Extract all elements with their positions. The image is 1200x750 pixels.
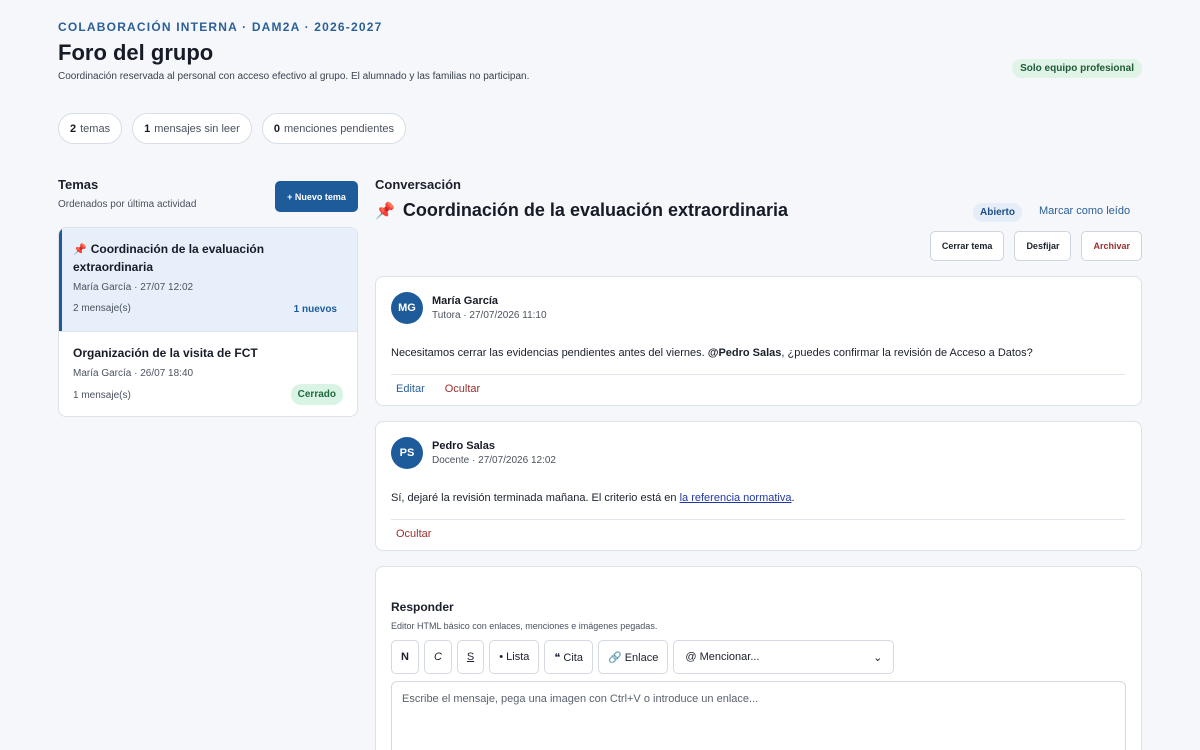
avatar: PS xyxy=(391,437,423,469)
archive-button[interactable]: Archivar xyxy=(1081,231,1142,261)
message-role-date: Tutora · 27/07/2026 11:10 xyxy=(432,310,547,321)
topic-message-count: 2 mensaje(s) xyxy=(73,303,131,314)
edit-message-button[interactable]: Editar xyxy=(396,383,425,395)
page-title: Foro del grupo xyxy=(58,40,214,65)
group-eyebrow: COLABORACIÓN INTERNA · DAM2A · 2026-2027 xyxy=(58,20,383,34)
normative-reference-link[interactable]: la referencia normativa xyxy=(680,492,792,504)
conversation-title: 📌 Coordinación de la evaluación extraord… xyxy=(375,200,789,220)
message-editor[interactable]: Escribe el mensaje, pega una imagen con … xyxy=(391,681,1126,750)
status-badge: Abierto xyxy=(973,203,1022,222)
conversation-heading: Conversación xyxy=(375,177,461,192)
chevron-down-icon: ⌄ xyxy=(873,651,883,664)
topic-item-evaluacion[interactable]: 📌 Coordinación de la evaluación extraordi… xyxy=(59,228,357,331)
link-button[interactable]: 🔗 Enlace xyxy=(597,640,669,674)
new-topic-button[interactable]: + Nuevo tema xyxy=(275,181,358,212)
bold-button[interactable]: N xyxy=(391,640,419,674)
message-author: María García xyxy=(432,295,499,307)
pin-icon: 📌 xyxy=(73,244,87,256)
closed-badge: Cerrado xyxy=(290,384,343,405)
reply-panel: Responder Editor HTML básico con enlaces… xyxy=(375,566,1142,750)
message-card: PS Pedro Salas Docente · 27/07/2026 12:0… xyxy=(375,421,1142,551)
reply-subtitle: Editor HTML básico con enlaces, mencione… xyxy=(391,621,658,631)
topics-heading: Temas xyxy=(58,177,99,192)
topic-item-fct[interactable]: Organización de la visita de FCT María G… xyxy=(59,331,357,416)
strike-button[interactable]: S xyxy=(456,640,485,674)
stats-bar: 2 temas 1 mensajes sin leer 0 menciones pen… xyxy=(58,113,407,144)
stat-mentions: 0 menciones pendientes xyxy=(261,113,407,144)
mention-select[interactable]: @ Mencionar... ⌄ xyxy=(673,640,895,674)
topic-list: 📌 Coordinación de la evaluación extraordi… xyxy=(58,227,358,417)
pin-icon: 📌 xyxy=(375,202,395,220)
topic-message-count: 1 mensaje(s) xyxy=(73,390,131,401)
hide-message-button[interactable]: Ocultar xyxy=(445,383,480,395)
team-only-badge: Solo equipo profesional xyxy=(1012,59,1142,78)
unpin-button[interactable]: Desfijar xyxy=(1014,231,1072,261)
topic-title: Organización de la visita de FCT xyxy=(73,346,258,360)
quote-button[interactable]: ❝ Cita xyxy=(544,640,593,674)
topics-subtitle: Ordenados por última actividad xyxy=(58,199,197,210)
editor-toolbar: N C S • Lista ❝ Cita 🔗 Enlace @ Menciona… xyxy=(391,640,1125,674)
stat-unread: 1 mensajes sin leer xyxy=(132,113,252,144)
message-body: Necesitamos cerrar las evidencias pendie… xyxy=(391,347,1033,359)
avatar: MG xyxy=(391,292,423,324)
topic-meta: María García · 26/07 18:40 xyxy=(73,368,194,379)
user-mention[interactable]: @Pedro Salas xyxy=(708,347,782,359)
message-role-date: Docente · 27/07/2026 12:02 xyxy=(432,455,556,466)
italic-button[interactable]: C xyxy=(423,640,452,674)
topic-meta: María García · 27/07 12:02 xyxy=(73,282,194,293)
page-subtitle: Coordinación reservada al personal con a… xyxy=(58,71,530,82)
topic-title: Coordinación de la evaluación extraordin… xyxy=(73,242,265,274)
list-button[interactable]: • Lista xyxy=(489,640,540,674)
new-messages-badge: 1 nuevos xyxy=(293,304,337,315)
message-body: Sí, dejaré la revisión terminada mañana.… xyxy=(391,492,795,504)
stat-topics: 2 temas xyxy=(58,113,123,144)
message-card: MG María García Tutora · 27/07/2026 11:1… xyxy=(375,276,1142,406)
hide-message-button[interactable]: Ocultar xyxy=(396,528,431,540)
reply-heading: Responder xyxy=(391,600,454,614)
message-author: Pedro Salas xyxy=(432,440,495,452)
close-topic-button[interactable]: Cerrar tema xyxy=(929,231,1005,261)
topic-actions: Cerrar tema Desfijar Archivar xyxy=(929,231,1142,261)
mark-read-link[interactable]: Marcar como leído xyxy=(1039,205,1130,217)
